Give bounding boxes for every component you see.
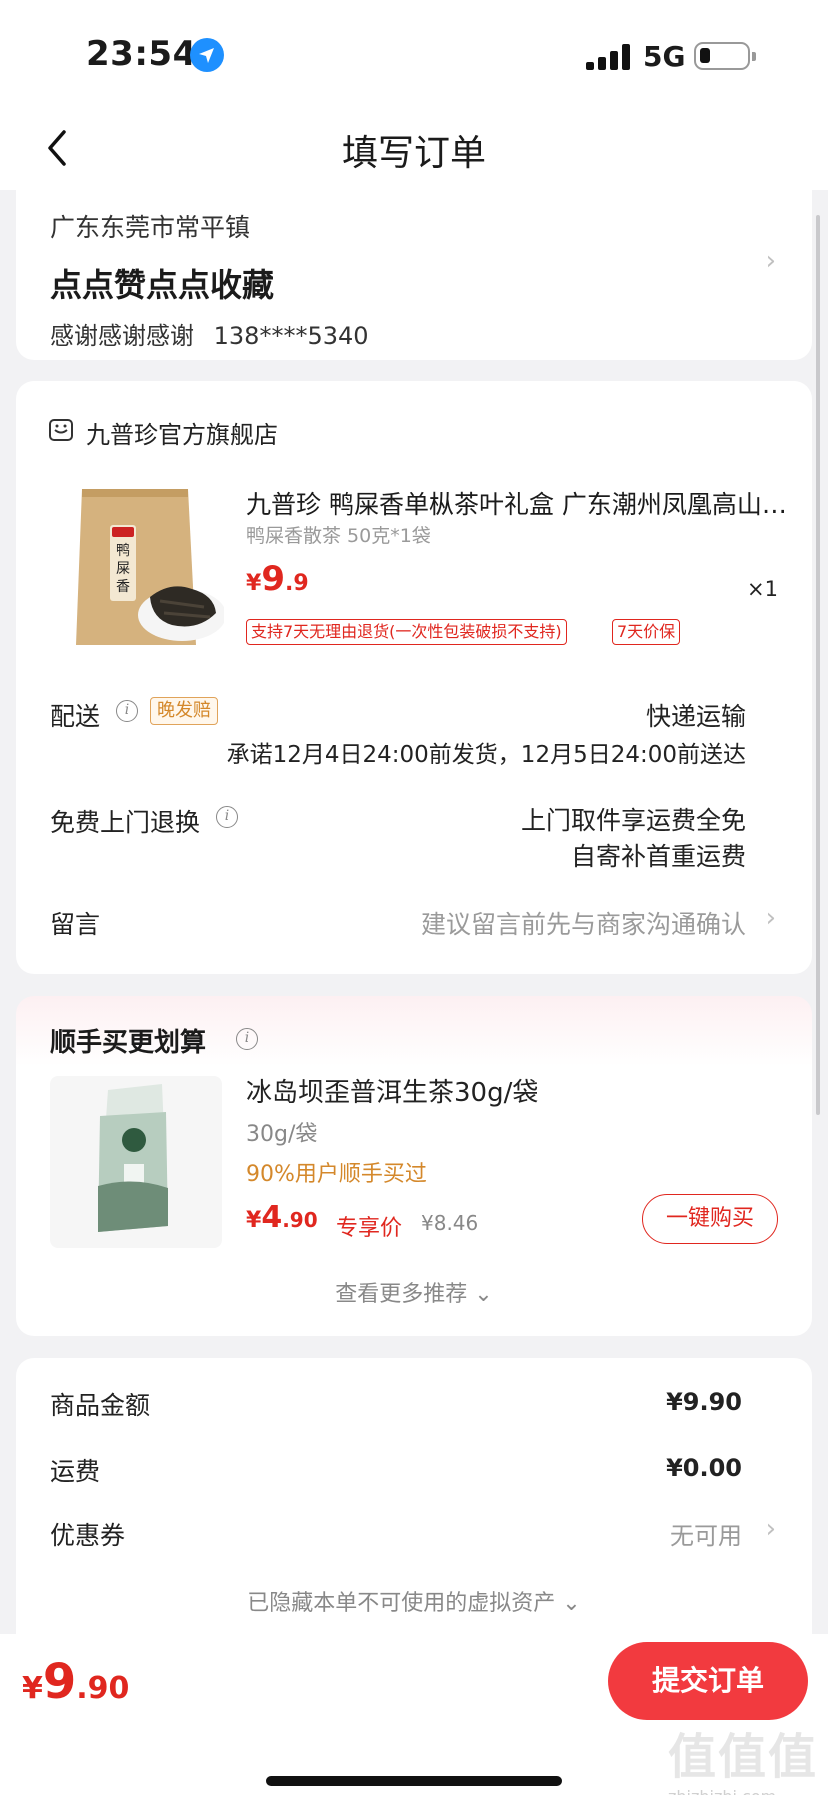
home-indicator[interactable]	[266, 1776, 562, 1786]
watermark-url: zhizhizhi.com	[668, 1787, 818, 1795]
submit-order-button[interactable]: 提交订单	[608, 1642, 808, 1720]
product-quantity: ×1	[747, 577, 778, 601]
total-price: ¥9.90	[22, 1654, 130, 1710]
chevron-right-icon: ›	[765, 1514, 776, 1544]
free-return-label: 免费上门退换	[50, 808, 201, 837]
product-price: ¥9.9	[246, 559, 309, 599]
recommend-title: 顺手买更划算	[50, 1028, 207, 1058]
address-detail: 点点赞点点收藏	[50, 266, 275, 304]
chevron-right-icon: ›	[765, 246, 776, 276]
address-region: 广东东莞市常平镇	[50, 213, 251, 242]
contact-phone: 138****5340	[213, 322, 369, 350]
shipping-label: 运费	[50, 1457, 101, 1486]
chevron-down-icon: ⌄	[562, 1591, 581, 1616]
free-return-line2: 自寄补首重运费	[570, 842, 746, 871]
svg-text:香: 香	[116, 579, 130, 595]
status-bar: 23:54 5G	[0, 0, 828, 110]
svg-text:屎: 屎	[116, 561, 130, 577]
chevron-right-icon: ›	[765, 903, 776, 933]
nav-bar: 填写订单	[0, 110, 828, 190]
recommend-product-name[interactable]: 冰岛坝歪普洱生茶30g/袋	[246, 1072, 538, 1109]
scrollbar[interactable]	[816, 215, 820, 1115]
return-policy-tag: 支持7天无理由退货(一次性包装破损不支持)	[246, 619, 567, 645]
info-icon[interactable]: i	[116, 700, 138, 722]
cellular-signal-icon	[586, 44, 630, 70]
location-arrow-icon	[190, 38, 224, 72]
recommend-product-image[interactable]	[50, 1076, 222, 1248]
goods-amount-value: ¥9.90	[666, 1388, 742, 1416]
one-click-buy-button[interactable]: 一键购买	[642, 1194, 778, 1244]
original-price: ¥8.46	[421, 1211, 479, 1235]
price-summary-card: 商品金额 ¥9.90 运费 ¥0.00 优惠券 无可用 › 已隐藏本单不可使用的…	[16, 1358, 812, 1658]
delivery-label: 配送	[50, 702, 101, 731]
goods-amount-label: 商品金额	[50, 1391, 151, 1420]
more-recommend-button[interactable]: 查看更多推荐 ⌄	[16, 1276, 812, 1308]
chevron-down-icon: ⌄	[474, 1282, 493, 1307]
recommend-card: 顺手买更划算 i 冰岛坝歪普洱生茶30g/袋 30g/袋 90%用户顺手买过 ¥…	[16, 996, 812, 1336]
address-card[interactable]: 广东东莞市常平镇 点点赞点点收藏 感谢感谢感谢 138****5340 ›	[16, 188, 812, 360]
watermark-logo: 值值值	[668, 1729, 819, 1785]
product-title[interactable]: 九普珍 鸭屎香单枞茶叶礼盒 广东潮州凤凰高山乌岽正宗单丛茶	[246, 485, 794, 521]
free-return-line1: 上门取件享运费全免	[520, 806, 746, 835]
delivery-method: 快递运输	[645, 702, 746, 731]
coupon-value[interactable]: 无可用	[670, 1516, 742, 1551]
info-icon[interactable]: i	[216, 806, 238, 828]
recommend-product-spec: 30g/袋	[246, 1122, 318, 1147]
order-card: 九普珍官方旗舰店 鸭 屎 香 九普珍 鸭屎香单枞茶叶礼盒 广东潮州凤凰高山乌岽正…	[16, 381, 812, 974]
svg-text:鸭: 鸭	[116, 543, 130, 559]
info-icon[interactable]: i	[236, 1028, 258, 1050]
battery-icon	[694, 42, 756, 70]
watermark: 值值值 zhizhizhi.com	[668, 1717, 818, 1795]
coupon-label: 优惠券	[50, 1521, 126, 1550]
late-compensation-badge: 晚发赔	[150, 697, 218, 725]
price-protect-tag: 7天价保	[612, 619, 681, 645]
page-title: 填写订单	[341, 133, 486, 174]
message-input[interactable]: 建议留言前先与商家沟通确认	[421, 905, 746, 941]
message-label: 留言	[50, 910, 101, 939]
network-type: 5G	[643, 40, 686, 73]
hidden-assets-toggle[interactable]: 已隐藏本单不可使用的虚拟资产 ⌄	[16, 1585, 812, 1617]
address-contact: 感谢感谢感谢 138****5340	[50, 316, 369, 351]
product-image[interactable]: 鸭 屎 香	[64, 485, 226, 653]
status-time: 23:54	[86, 34, 197, 74]
shop-name[interactable]: 九普珍官方旗舰店	[86, 415, 278, 450]
recommend-bought-rate: 90%用户顺手买过	[246, 1162, 427, 1187]
shop-icon	[48, 417, 74, 443]
recommend-price: ¥4.90	[246, 1200, 318, 1235]
product-spec: 鸭屎香散茶 50克*1袋	[246, 525, 431, 547]
exclusive-price-label: 专享价	[336, 1216, 403, 1241]
shipping-value: ¥0.00	[666, 1454, 742, 1482]
bottom-bar: ¥9.90 提交订单 值值值 zhizhizhi.com	[0, 1634, 828, 1795]
contact-name: 感谢感谢感谢	[50, 322, 194, 350]
delivery-promise: 承诺12月4日24:00前发货，12月5日24:00前送达	[226, 742, 746, 768]
